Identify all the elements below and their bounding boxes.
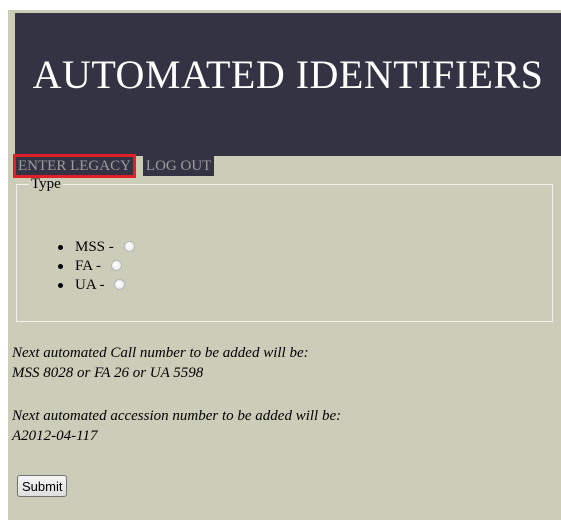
page-title: AUTOMATED IDENTIFIERS [32, 52, 544, 97]
fa-radio[interactable] [110, 259, 122, 271]
nav-bar: ENTER LEGACY LOG OUT [13, 154, 215, 178]
type-option-ua: UA - [55, 276, 135, 295]
type-option-label: MSS - [75, 239, 114, 255]
mss-radio[interactable] [123, 240, 135, 252]
ua-radio[interactable] [114, 278, 126, 290]
call-number-value: MSS 8028 or FA 26 or UA 5598 [12, 365, 204, 381]
type-options-list: MSS - FA - UA - [55, 238, 135, 295]
content-area: AUTOMATED IDENTIFIERS ENTER LEGACY LOG O… [8, 10, 561, 520]
type-fieldset: Type MSS - FA - UA - [16, 177, 553, 322]
type-legend: Type [31, 176, 61, 192]
accession-heading: Next automated accession number to be ad… [12, 408, 342, 424]
bullet-icon [58, 283, 63, 288]
type-option-label: FA - [75, 258, 101, 274]
page: AUTOMATED IDENTIFIERS ENTER LEGACY LOG O… [0, 0, 561, 520]
nav-enter-legacy-link[interactable]: ENTER LEGACY [13, 154, 136, 178]
bullet-icon [58, 264, 63, 269]
submit-button[interactable]: Submit [17, 475, 68, 497]
nav-log-out-link[interactable]: LOG OUT [142, 156, 215, 176]
type-option-fa: FA - [55, 257, 135, 276]
type-option-label: UA - [75, 277, 105, 293]
accession-value: A2012-04-117 [12, 428, 98, 444]
type-option-mss: MSS - [55, 238, 135, 257]
call-number-heading: Next automated Call number to be added w… [12, 345, 309, 361]
bullet-icon [58, 245, 63, 250]
header-banner: AUTOMATED IDENTIFIERS [15, 13, 561, 156]
